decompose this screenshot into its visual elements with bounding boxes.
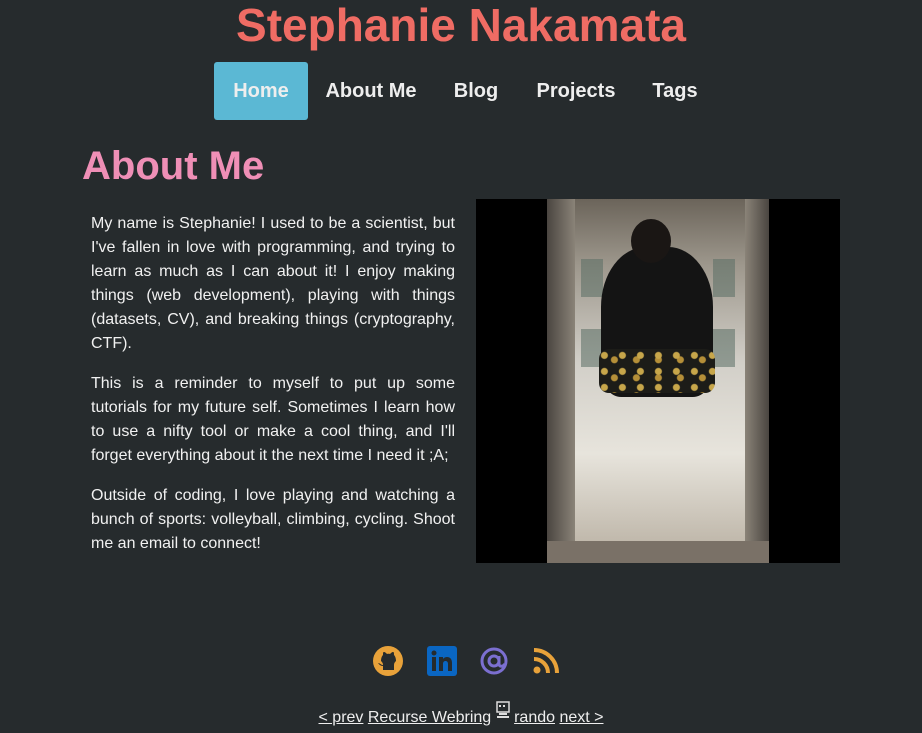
- about-paragraph-2: This is a reminder to myself to put up s…: [91, 375, 455, 464]
- github-icon[interactable]: [372, 645, 404, 677]
- webring-name-link[interactable]: Recurse Webring: [368, 709, 491, 726]
- portrait-photo: [547, 199, 769, 563]
- photo-floor: [547, 541, 769, 563]
- about-paragraph-3: Outside of coding, I love playing and wa…: [91, 487, 455, 552]
- nav-about-me[interactable]: About Me: [308, 62, 434, 120]
- about-text: My name is Stephanie! I used to be a sci…: [91, 212, 455, 572]
- nav-tags[interactable]: Tags: [634, 62, 716, 120]
- photo-skirt: [599, 349, 715, 393]
- profile-photo: [476, 199, 840, 563]
- email-at-icon[interactable]: [478, 645, 510, 677]
- webring-next-link[interactable]: next >: [559, 709, 603, 726]
- linkedin-icon[interactable]: [426, 645, 458, 677]
- photo-window: [581, 259, 603, 297]
- webring-prev-link[interactable]: < prev: [319, 709, 364, 726]
- site-title[interactable]: Stephanie Nakamata: [0, 0, 922, 50]
- webring-nav: < prev Recurse Webring rando next >: [0, 701, 922, 730]
- recurse-logo-icon: [495, 701, 510, 718]
- social-links: [372, 645, 562, 677]
- photo-head: [631, 219, 671, 263]
- webring-rando-link[interactable]: rando: [514, 709, 555, 726]
- page-heading: About Me: [82, 144, 265, 188]
- nav-blog[interactable]: Blog: [434, 62, 518, 120]
- photo-window: [713, 329, 735, 367]
- nav-home[interactable]: Home: [214, 62, 308, 120]
- main-nav: Home About Me Blog Projects Tags: [214, 62, 716, 120]
- photo-window: [713, 259, 735, 297]
- nav-projects[interactable]: Projects: [518, 62, 634, 120]
- about-paragraph-1: My name is Stephanie! I used to be a sci…: [91, 215, 455, 352]
- photo-pillar: [547, 199, 575, 563]
- rss-icon[interactable]: [530, 645, 562, 677]
- photo-pillar: [745, 199, 769, 563]
